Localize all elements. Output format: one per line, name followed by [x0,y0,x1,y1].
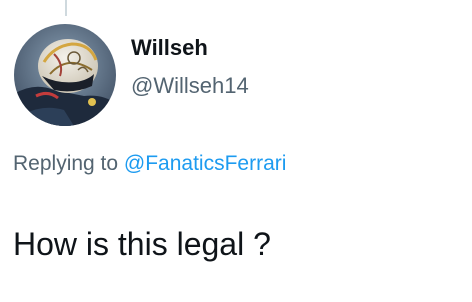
reply-context: Replying to @FanaticsFerrari [13,150,286,178]
avatar[interactable] [14,24,116,126]
tweet-text: How is this legal ? [13,226,271,262]
reply-prefix: Replying to [13,152,119,175]
helmet-avatar-icon [14,24,116,126]
thread-connector-line [65,0,67,16]
author-display-name[interactable]: Willseh [131,34,208,62]
reply-mention-link[interactable]: @FanaticsFerrari [124,152,287,175]
author-handle[interactable]: @Willseh14 [131,72,249,100]
